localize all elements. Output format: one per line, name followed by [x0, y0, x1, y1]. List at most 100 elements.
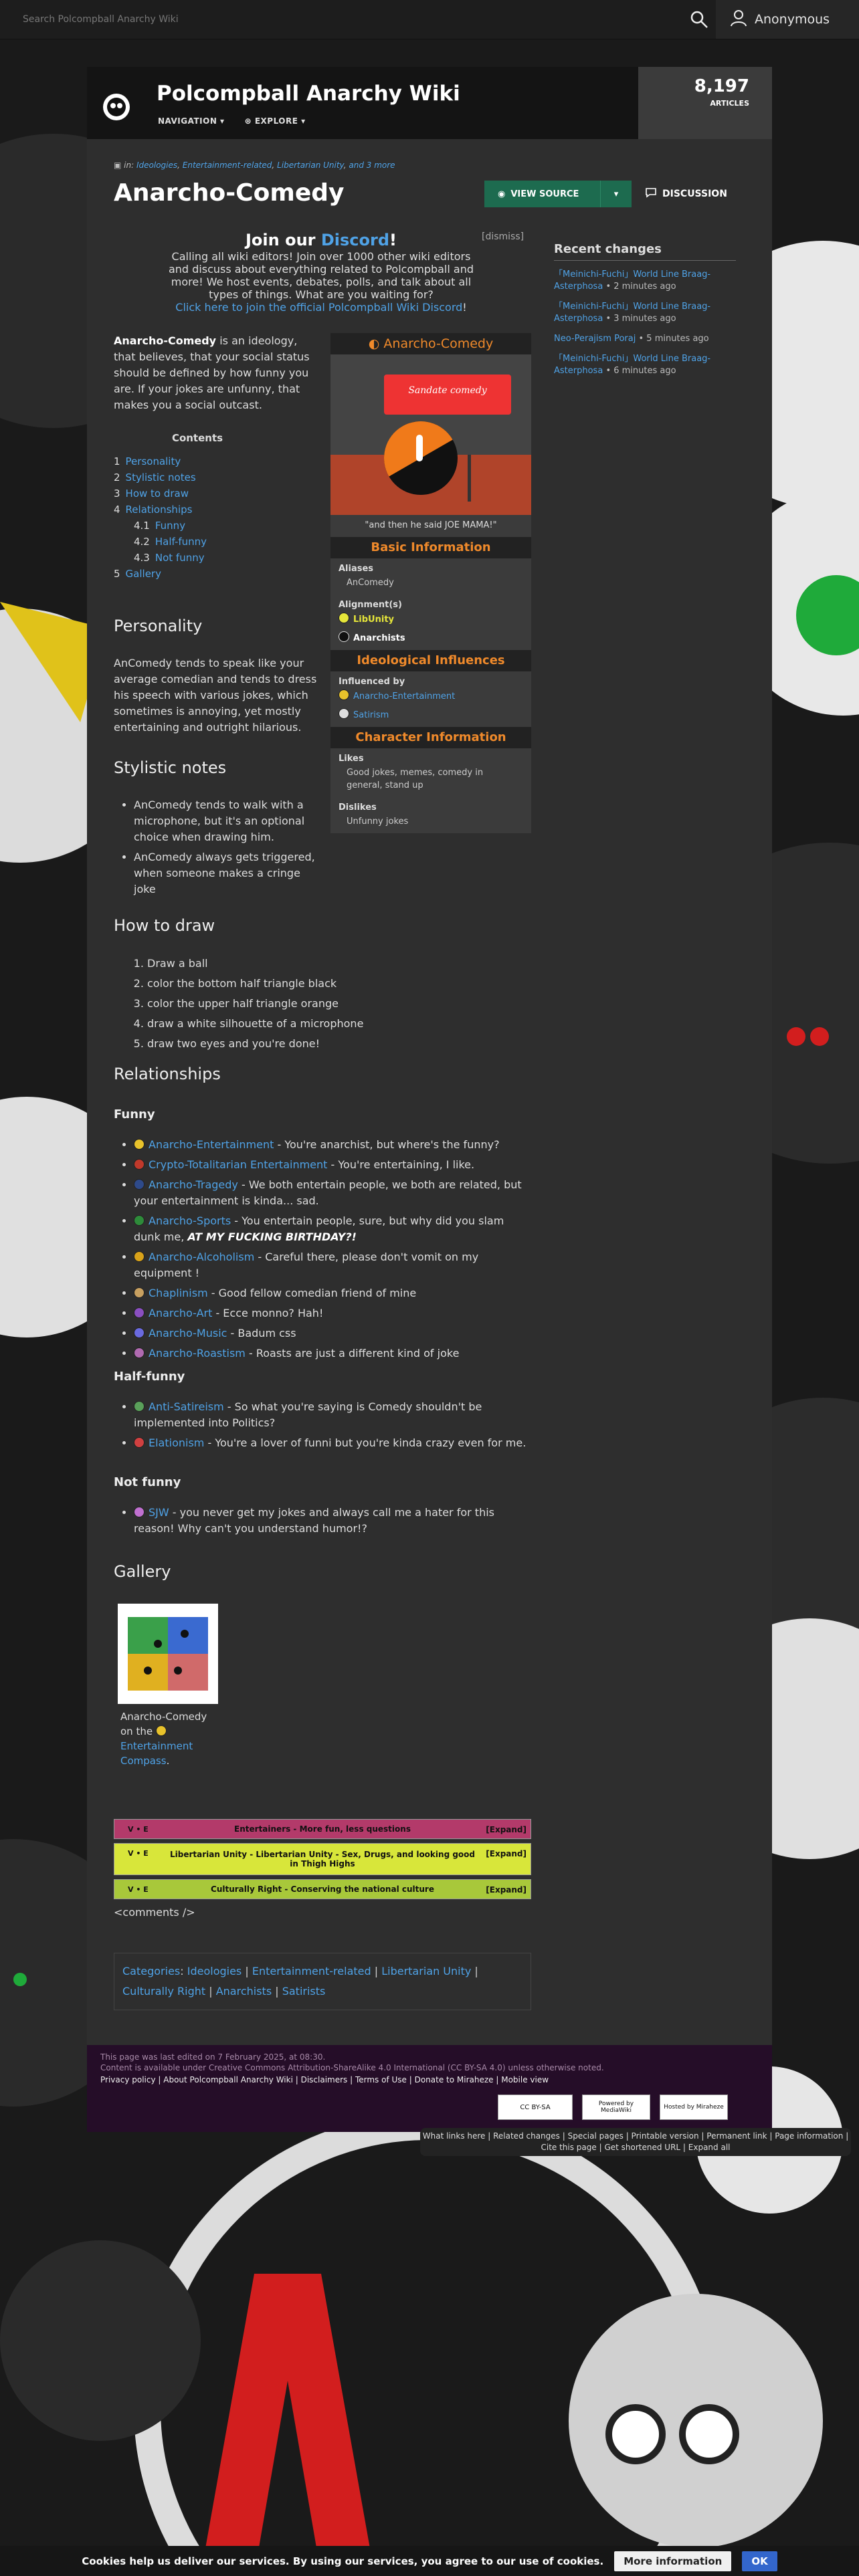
personality-text: AnComedy tends to speak like your averag… — [114, 657, 317, 734]
discussion-button[interactable]: DISCUSSION — [645, 181, 727, 207]
relationship-item: Anarcho-Music - Badum css — [134, 1325, 529, 1341]
ideology-link[interactable]: Anarcho-Tragedy — [149, 1178, 238, 1191]
view-source-button[interactable]: ◉ VIEW SOURCE ▾ — [484, 181, 632, 207]
tool-link[interactable]: What links here — [423, 2131, 486, 2141]
alignment-item[interactable]: Anarchists — [330, 631, 531, 650]
ideology-link[interactable]: SJW — [149, 1506, 169, 1519]
category-link[interactable]: Entertainment-related — [252, 1965, 371, 1977]
site-logo[interactable] — [102, 92, 131, 122]
category-link[interactable]: Culturally Right — [122, 1985, 205, 1998]
toc-item[interactable]: 4 Relationships — [114, 502, 281, 518]
recent-change-item[interactable]: 「Meinichi-Fuchi」World Line Braag-Asterph… — [554, 301, 736, 325]
ideology-link[interactable]: Anarcho-Alcoholism — [149, 1251, 254, 1263]
user-name: Anonymous — [755, 12, 830, 27]
ideology-link[interactable]: Elationism — [149, 1436, 204, 1449]
ok-button[interactable]: OK — [742, 2551, 777, 2571]
tool-link[interactable]: Permanent link — [706, 2131, 767, 2141]
category-link[interactable]: Libertarian Unity — [381, 1965, 471, 1977]
cc-license-badge[interactable]: CC BY-SA — [498, 2095, 573, 2120]
relationship-text: - Good fellow comedian friend of mine — [207, 1287, 417, 1299]
tool-link[interactable]: Page information — [775, 2131, 843, 2141]
more-information-button[interactable]: More information — [614, 2551, 732, 2571]
footer-link[interactable]: Donate to Miraheze — [415, 2075, 494, 2084]
infobox-title: ◐ Anarcho-Comedy — [330, 333, 531, 354]
breadcrumb-link[interactable]: Libertarian Unity — [277, 160, 344, 170]
footer-link[interactable]: Disclaimers — [301, 2075, 348, 2084]
navbox-expand-button[interactable]: [Expand] — [486, 1885, 527, 1895]
tool-link[interactable]: Printable version — [632, 2131, 699, 2141]
influence-item[interactable]: Anarcho-Entertainment — [330, 688, 531, 708]
tool-link[interactable]: Cite this page — [541, 2143, 596, 2152]
recent-changes: Recent changes 「Meinichi-Fuchi」World Lin… — [554, 242, 736, 385]
category-link[interactable]: Anarchists — [216, 1985, 272, 1998]
category-link[interactable]: Ideologies — [187, 1965, 242, 1977]
mediawiki-badge[interactable]: Powered by MediaWiki — [582, 2095, 650, 2120]
section-heading: How to draw — [114, 916, 215, 935]
navbox-view-edit[interactable]: V • E — [128, 1825, 149, 1834]
chevron-down-icon[interactable]: ▾ — [600, 181, 632, 207]
footer-link[interactable]: Mobile view — [501, 2075, 549, 2084]
list-item: AnComedy always gets triggered, when som… — [134, 849, 321, 897]
infobox-value: Good jokes, memes, comedy in general, st… — [347, 768, 484, 790]
infobox-label: Influenced by — [339, 677, 405, 687]
relationship-item: Anarcho-Sports - You entertain people, s… — [134, 1213, 529, 1245]
navbox-view-edit[interactable]: V • E — [128, 1885, 149, 1894]
breadcrumb-more[interactable]: and 3 more — [349, 160, 395, 170]
alignment-item[interactable]: LibUnity — [330, 611, 531, 631]
site-title[interactable]: Polcompball Anarchy Wiki — [157, 82, 460, 106]
navbox-view-edit[interactable]: V • E — [128, 1849, 149, 1858]
infobox-image[interactable]: Sandate comedy — [330, 354, 531, 515]
ideology-link[interactable]: Anarcho-Entertainment — [149, 1138, 274, 1151]
header-nav: NAVIGATION ▾ ⊛ EXPLORE ▾ — [158, 116, 306, 126]
search-input[interactable]: Search Polcompball Anarchy Wiki — [0, 0, 716, 39]
toc-item[interactable]: 3 How to draw — [114, 486, 281, 502]
influence-item[interactable]: Satirism — [330, 708, 531, 727]
categories-label[interactable]: Categories — [122, 1965, 180, 1977]
search-icon[interactable] — [689, 9, 709, 29]
ideology-ball-icon — [134, 1251, 145, 1262]
footer-link[interactable]: Privacy policy — [100, 2075, 156, 2084]
recent-change-item[interactable]: 「Meinichi-Fuchi」World Line Braag-Asterph… — [554, 269, 736, 293]
ideology-link[interactable]: Anti-Satireism — [149, 1400, 224, 1413]
section-heading: Gallery — [114, 1562, 171, 1581]
navbox-title: Libertarian Unity - Libertarian Unity - … — [170, 1850, 475, 1868]
navbox-expand-button[interactable]: [Expand] — [486, 1849, 527, 1858]
discord-join-link[interactable]: Click here to join the official Polcompb… — [175, 301, 462, 314]
toc-item[interactable]: 1 Personality — [114, 453, 281, 469]
nav-explore[interactable]: ⊛ EXPLORE ▾ — [245, 116, 306, 126]
list-item: draw a white silhouette of a microphone — [147, 1014, 448, 1034]
tool-link[interactable]: Related changes — [493, 2131, 560, 2141]
footer-link[interactable]: About Polcompball Anarchy Wiki — [163, 2075, 293, 2084]
nav-navigation[interactable]: NAVIGATION ▾ — [158, 116, 225, 126]
tool-link[interactable]: Special pages — [568, 2131, 624, 2141]
footer-link[interactable]: Terms of Use — [355, 2075, 407, 2084]
navbox-expand-button[interactable]: [Expand] — [486, 1825, 527, 1834]
breadcrumb-link[interactable]: Ideologies — [136, 160, 177, 170]
gallery-item[interactable]: Anarcho-Comedy on the Entertainment Comp… — [118, 1604, 225, 1768]
ideology-link[interactable]: Crypto-Totalitarian Entertainment — [149, 1158, 327, 1171]
ideology-ball-icon — [134, 1437, 145, 1448]
navbox-libertarian-unity: V • E Libertarian Unity - Libertarian Un… — [114, 1843, 531, 1875]
toc-item[interactable]: 4.3 Not funny — [114, 550, 281, 566]
toc-item[interactable]: 2 Stylistic notes — [114, 469, 281, 486]
compass-link[interactable]: Entertainment Compass — [120, 1740, 193, 1767]
breadcrumb-link[interactable]: Entertainment-related — [183, 160, 272, 170]
recent-change-item[interactable]: 「Meinichi-Fuchi」World Line Braag-Asterph… — [554, 353, 736, 377]
ideology-link[interactable]: Anarcho-Roastism — [149, 1347, 246, 1360]
ideology-link[interactable]: Anarcho-Sports — [149, 1214, 231, 1227]
recent-change-item[interactable]: Neo-Perajism Poraj • 5 minutes ago — [554, 333, 736, 345]
toc-item[interactable]: 5 Gallery — [114, 566, 281, 582]
user-menu[interactable]: Anonymous — [729, 7, 830, 32]
miraheze-badge[interactable]: Hosted by Miraheze — [660, 2095, 728, 2120]
list-item: Draw a ball — [147, 954, 448, 974]
gallery-image[interactable] — [118, 1604, 218, 1704]
tool-link[interactable]: Get shortened URL — [604, 2143, 680, 2152]
tool-link[interactable]: Expand all — [688, 2143, 731, 2152]
toc-item[interactable]: 4.1 Funny — [114, 518, 281, 534]
category-link[interactable]: Satirists — [282, 1985, 326, 1998]
ideology-link[interactable]: Anarcho-Art — [149, 1307, 212, 1319]
toc-item[interactable]: 4.2 Half-funny — [114, 534, 281, 550]
discord-link[interactable]: Discord — [321, 231, 389, 249]
ideology-link[interactable]: Anarcho-Music — [149, 1327, 227, 1339]
ideology-link[interactable]: Chaplinism — [149, 1287, 208, 1299]
